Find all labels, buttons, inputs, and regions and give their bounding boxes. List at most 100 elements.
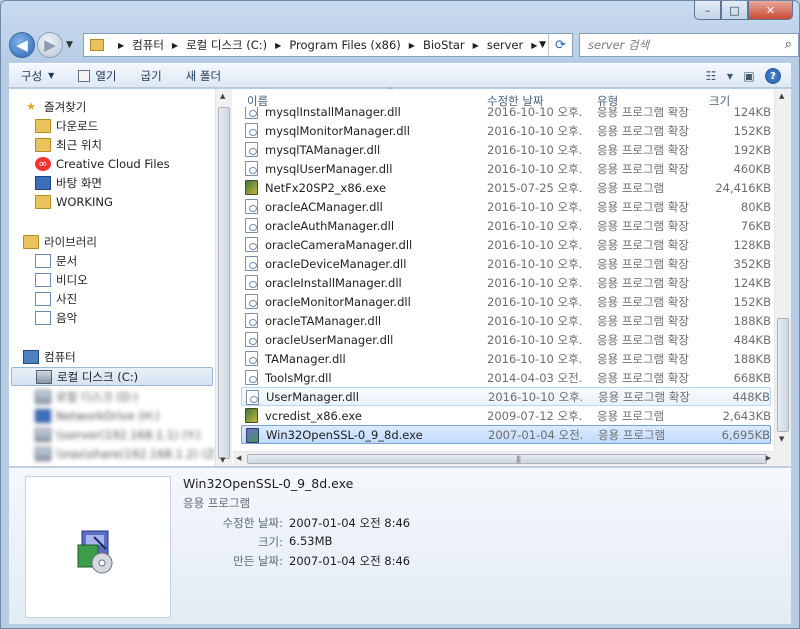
file-name: UserManager.dll bbox=[266, 389, 359, 404]
sidebar-item-videos[interactable]: 비디오 bbox=[35, 270, 215, 289]
file-size: 668KB bbox=[733, 370, 771, 385]
file-row[interactable]: Win32OpenSSL-0_9_8d.exe 2007-01-04 오전... 응… bbox=[241, 425, 771, 444]
view-dropdown-icon[interactable]: ▼ bbox=[723, 66, 737, 86]
dll-file-icon bbox=[245, 123, 258, 138]
sidebar-item-favorites[interactable]: ★ 즐겨찾기 bbox=[23, 97, 215, 116]
breadcrumb-item[interactable]: 로컬 디스크 (C:) bbox=[186, 37, 267, 53]
sidebar-item-drive-z[interactable]: \\nas\share(192.168.1.2) (Z:) bbox=[35, 444, 215, 463]
scroll-up-icon[interactable]: ▲ bbox=[779, 92, 784, 100]
file-list-horizontal-scrollbar[interactable]: ◀ ||| ▶ bbox=[233, 451, 774, 466]
organize-button[interactable]: 구성 ▼ bbox=[9, 65, 66, 87]
file-row[interactable]: oracleACManager.dll 2016-10-10 오후... 응용 프로… bbox=[241, 197, 771, 216]
file-type: 응용 프로그램 bbox=[597, 408, 665, 423]
minimize-button[interactable]: – bbox=[694, 1, 721, 20]
chevron-right-icon[interactable]: ▶ bbox=[409, 41, 415, 50]
sidebar-item-drive-c[interactable]: 로컬 디스크 (C:) bbox=[11, 367, 213, 386]
dll-file-icon bbox=[245, 256, 258, 271]
maximize-button[interactable]: □ bbox=[721, 1, 748, 20]
burn-button[interactable]: 굽기 bbox=[129, 65, 174, 87]
file-size: 124KB bbox=[733, 107, 771, 119]
search-input[interactable]: server 검색 ⌕ bbox=[579, 33, 799, 57]
new-folder-button[interactable]: 새 폴더 bbox=[174, 65, 233, 87]
file-row[interactable]: vcredist_x86.exe 2009-07-12 오후... 응용 프로그램 2… bbox=[241, 406, 771, 425]
scrollbar-thumb[interactable] bbox=[218, 107, 230, 459]
help-button[interactable]: ? bbox=[761, 66, 785, 86]
sidebar-item-creative-cloud[interactable]: ∞ Creative Cloud Files bbox=[35, 154, 215, 173]
chevron-right-icon[interactable]: ▶ bbox=[531, 41, 537, 50]
open-button[interactable]: 열기 bbox=[66, 65, 128, 87]
file-date: 2014-04-03 오전... bbox=[487, 370, 583, 385]
file-row[interactable]: NetFx20SP2_x86.exe 2015-07-25 오후... 응용 프로그… bbox=[241, 178, 771, 197]
file-row[interactable]: mysqlTAManager.dll 2016-10-10 오후... 응용 프로그… bbox=[241, 140, 771, 159]
sidebar-item-libraries[interactable]: 라이브러리 bbox=[23, 232, 215, 251]
sidebar-scrollbar[interactable]: ▲ ▼ bbox=[215, 89, 232, 466]
chevron-right-icon[interactable]: ▶ bbox=[118, 41, 124, 50]
back-button[interactable]: ◀ bbox=[9, 32, 35, 58]
file-date: 2016-10-10 오후... bbox=[487, 142, 583, 157]
dll-file-icon bbox=[245, 294, 258, 309]
file-row[interactable]: ToolsMgr.dll 2014-04-03 오전... 응용 프로그램 확장 66… bbox=[241, 368, 771, 387]
file-type: 응용 프로그램 확장 bbox=[597, 237, 689, 252]
dll-file-icon bbox=[245, 107, 258, 119]
scroll-left-icon[interactable]: ◀ bbox=[236, 454, 241, 462]
file-row[interactable]: oracleMonitorManager.dll 2016-10-10 오후...… bbox=[241, 292, 771, 311]
file-type: 응용 프로그램 확장 bbox=[597, 107, 689, 119]
forward-button[interactable]: ▶ bbox=[37, 32, 63, 58]
sidebar-item-drive-d[interactable]: 로컬 디스크 (D:) bbox=[35, 387, 215, 406]
file-row[interactable]: oracleAuthManager.dll 2016-10-10 오후... 응용 … bbox=[241, 216, 771, 235]
address-dropdown-icon[interactable]: ▼ bbox=[539, 40, 546, 50]
sidebar-item-computer[interactable]: 컴퓨터 bbox=[23, 347, 215, 366]
sidebar-item-documents[interactable]: 문서 bbox=[35, 251, 215, 270]
scroll-down-icon[interactable]: ▼ bbox=[779, 435, 784, 443]
chevron-right-icon[interactable]: ▶ bbox=[473, 41, 479, 50]
scrollbar-thumb[interactable] bbox=[777, 318, 789, 432]
recent-pages-dropdown[interactable]: ▼ bbox=[66, 40, 73, 50]
file-type: 응용 프로그램 확장 bbox=[597, 313, 689, 328]
sidebar-item-drive-h[interactable]: NetworkDrive (H:) bbox=[35, 406, 215, 425]
view-options-icon[interactable]: ☷ bbox=[699, 66, 723, 86]
breadcrumb-item[interactable]: BioStar bbox=[423, 38, 465, 52]
file-row[interactable]: oracleUserManager.dll 2016-10-10 오후... 응용 … bbox=[241, 330, 771, 349]
breadcrumb-item[interactable]: server bbox=[487, 38, 523, 52]
detail-created-value: 2007-01-04 오전 8:46 bbox=[289, 554, 411, 568]
refresh-icon[interactable]: ⟳ bbox=[548, 34, 572, 56]
sidebar-item-music[interactable]: 음악 bbox=[35, 308, 215, 327]
creative-cloud-icon: ∞ bbox=[35, 156, 51, 171]
file-name: oracleTAManager.dll bbox=[265, 313, 382, 328]
scrollbar-thumb[interactable]: ||| bbox=[247, 454, 767, 464]
file-row[interactable]: mysqlInstallManager.dll 2016-10-10 오후... 응… bbox=[241, 107, 771, 121]
sidebar-item-pictures[interactable]: 사진 bbox=[35, 289, 215, 308]
sidebar-item-label: 최근 위치 bbox=[56, 137, 102, 152]
search-icon[interactable]: ⌕ bbox=[785, 37, 792, 52]
file-row[interactable]: UserManager.dll 2016-10-10 오후... 응용 프로그램 확… bbox=[241, 387, 771, 406]
sidebar-item-desktop[interactable]: 바탕 화면 bbox=[35, 173, 215, 192]
breadcrumb-item[interactable]: 컴퓨터 bbox=[132, 37, 164, 53]
file-name: mysqlInstallManager.dll bbox=[265, 107, 401, 119]
dropdown-arrow-icon: ▼ bbox=[48, 71, 55, 80]
file-name: Win32OpenSSL-0_9_8d.exe bbox=[266, 427, 423, 442]
sidebar-item-downloads[interactable]: 다운로드 bbox=[35, 116, 215, 135]
sidebar-item-drive-y[interactable]: \\server(192.168.1.1) (Y:) bbox=[35, 425, 215, 444]
sidebar-item-label: 라이브러리 bbox=[44, 234, 97, 249]
address-bar[interactable]: ▶ 컴퓨터 ▶ 로컬 디스크 (C:) ▶ Program Files (x86… bbox=[83, 33, 573, 57]
scroll-down-icon[interactable]: ▼ bbox=[220, 456, 225, 464]
file-row[interactable]: oracleCameraManager.dll 2016-10-10 오후... 응… bbox=[241, 235, 771, 254]
file-row[interactable]: TAManager.dll 2016-10-10 오후... 응용 프로그램 확장 1… bbox=[241, 349, 771, 368]
file-list-vertical-scrollbar[interactable]: ▲ ▼ bbox=[774, 89, 791, 449]
file-date: 2015-07-25 오후... bbox=[487, 180, 583, 195]
file-row[interactable]: oracleInstallManager.dll 2016-10-10 오후...… bbox=[241, 273, 771, 292]
close-button[interactable]: ✕ bbox=[748, 1, 793, 20]
preview-pane-icon[interactable]: ▣ bbox=[737, 66, 761, 86]
sidebar-item-recent[interactable]: 최근 위치 bbox=[35, 135, 215, 154]
breadcrumb-item[interactable]: Program Files (x86) bbox=[289, 38, 400, 52]
file-row[interactable]: oracleDeviceManager.dll 2016-10-10 오후... 응… bbox=[241, 254, 771, 273]
chevron-right-icon[interactable]: ▶ bbox=[172, 41, 178, 50]
file-row[interactable]: mysqlMonitorManager.dll 2016-10-10 오후... 응… bbox=[241, 121, 771, 140]
chevron-right-icon[interactable]: ▶ bbox=[275, 41, 281, 50]
sidebar-item-working[interactable]: WORKING bbox=[35, 192, 215, 211]
scroll-up-icon[interactable]: ▲ bbox=[220, 92, 225, 100]
breadcrumb: ▶ 컴퓨터 ▶ 로컬 디스크 (C:) ▶ Program Files (x86… bbox=[110, 37, 545, 53]
file-row[interactable]: mysqlUserManager.dll 2016-10-10 오후... 응용 프… bbox=[241, 159, 771, 178]
file-row[interactable]: oracleTAManager.dll 2016-10-10 오후... 응용 프로… bbox=[241, 311, 771, 330]
scroll-right-icon[interactable]: ▶ bbox=[766, 454, 771, 462]
